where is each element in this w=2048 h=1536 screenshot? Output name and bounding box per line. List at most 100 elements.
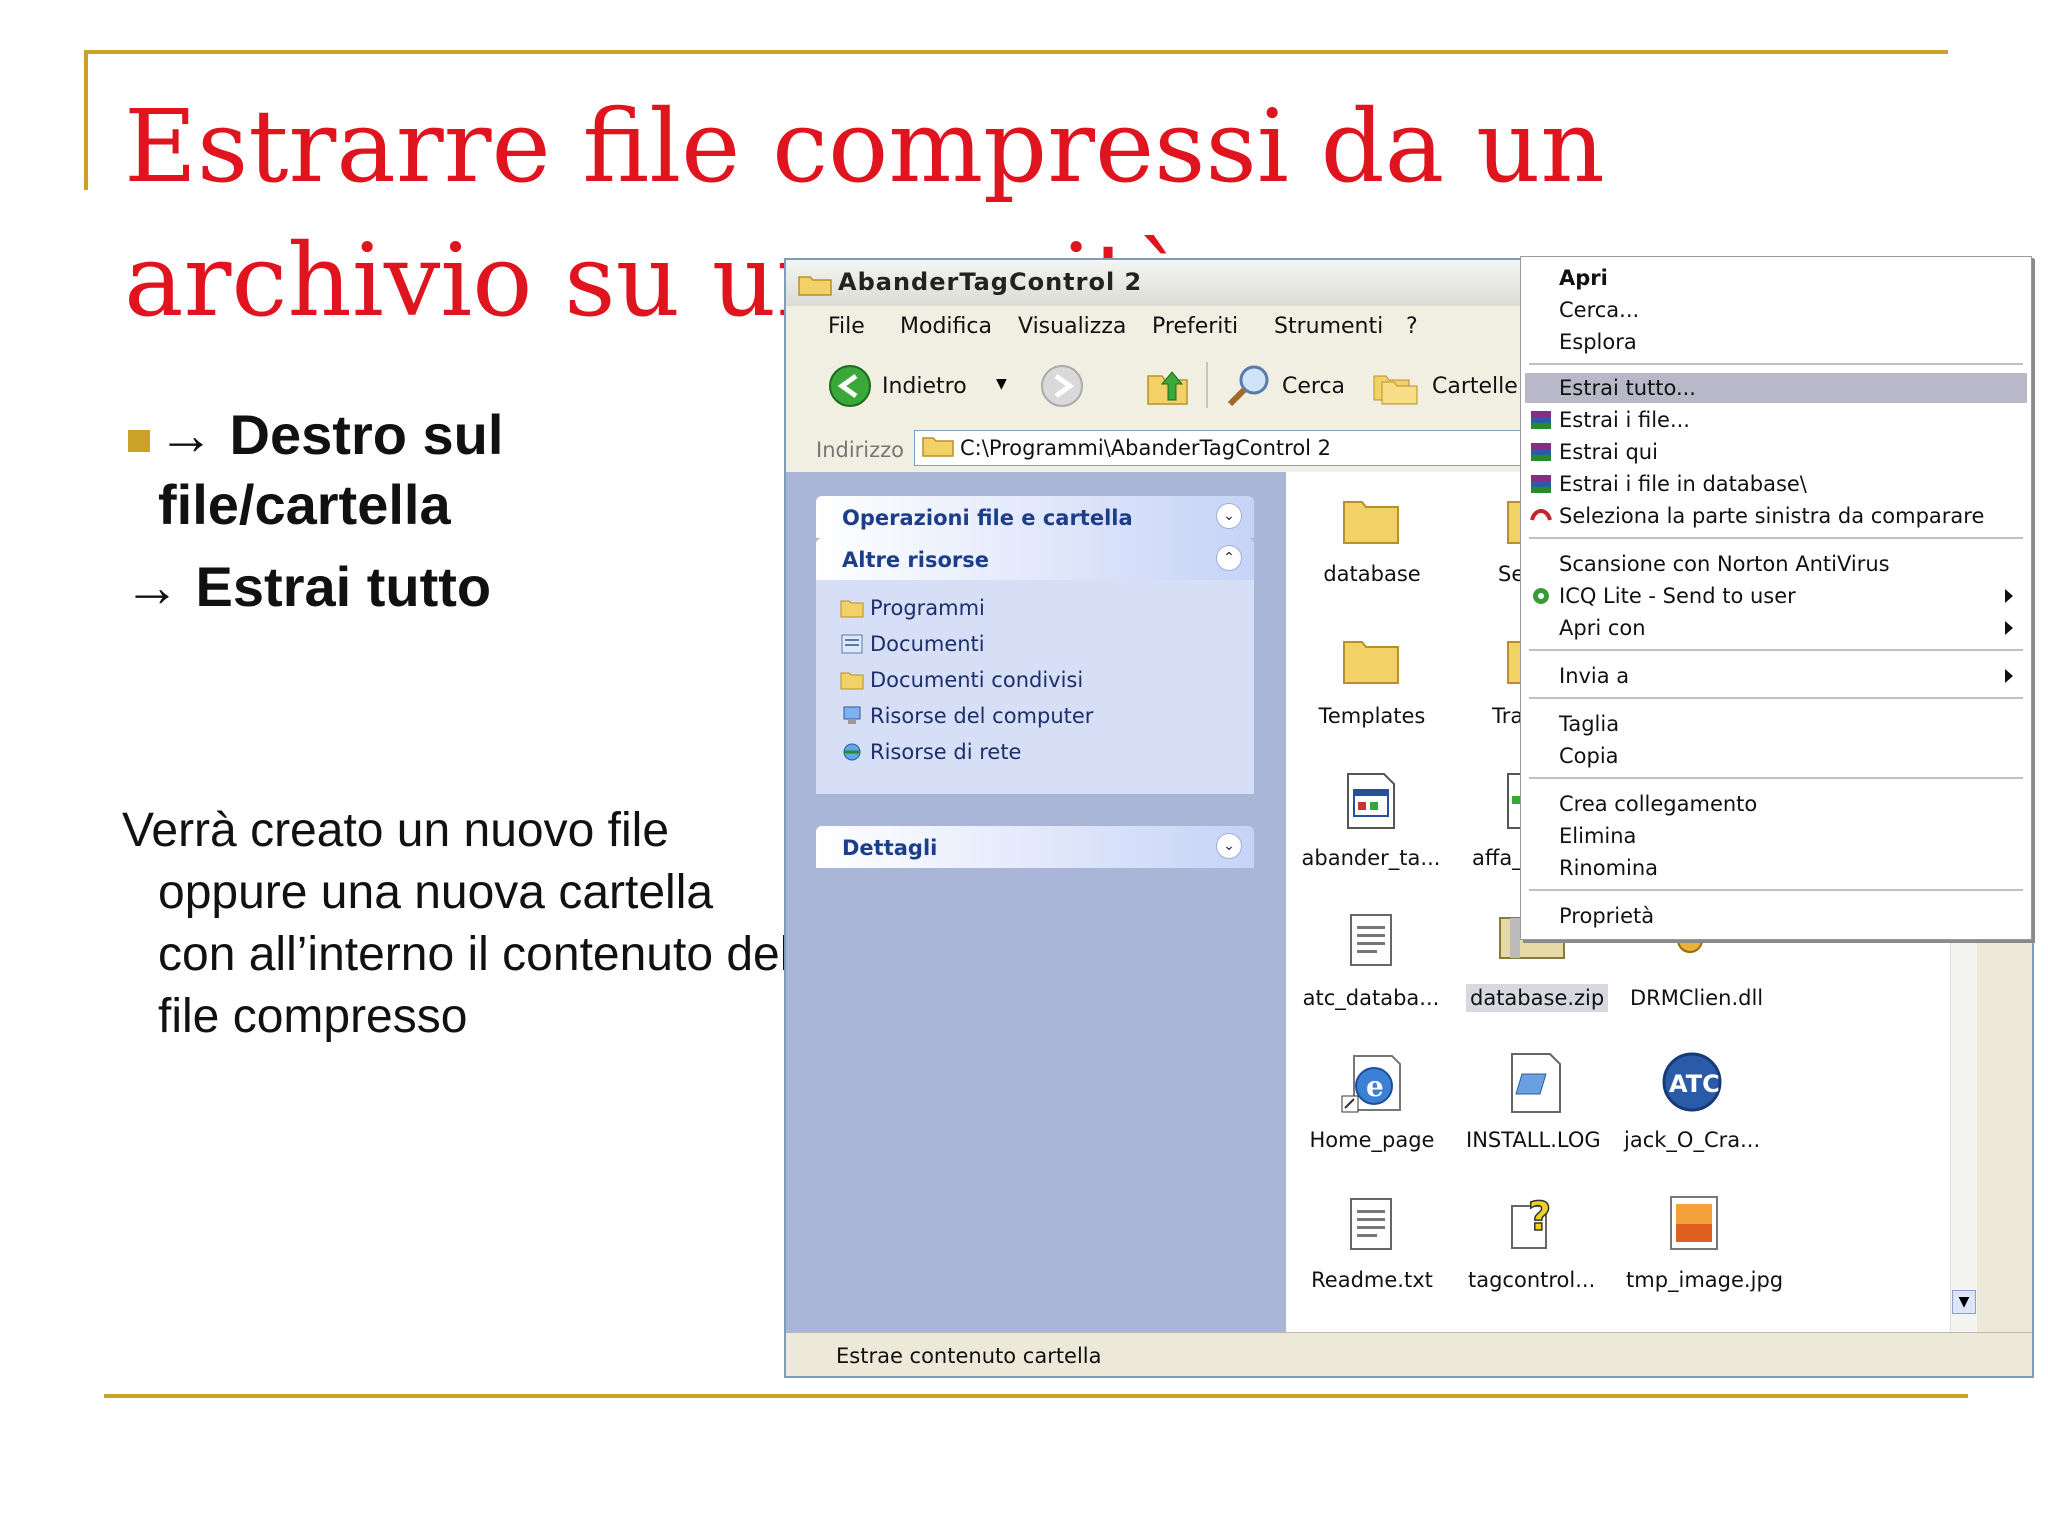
menu-cerca[interactable]: Cerca... — [1525, 295, 2027, 325]
computer-icon — [843, 706, 861, 724]
menu-label: Seleziona la parte sinistra da comparare — [1559, 504, 1985, 528]
submenu-arrow-icon — [2005, 589, 2013, 603]
chevron-down-icon[interactable]: ⌄ — [1216, 503, 1242, 529]
file-abander[interactable]: abander_ta... — [1296, 846, 1446, 870]
file-tmp-image[interactable]: tmp_image.jpg — [1626, 1268, 1783, 1292]
menu-estrai-qui[interactable]: Estrai qui — [1525, 437, 2027, 467]
menu-strumenti[interactable]: Strumenti — [1274, 314, 1383, 339]
folder-icon — [1343, 641, 1399, 684]
text-file-icon — [1350, 914, 1392, 966]
svg-text:e: e — [1366, 1070, 1384, 1103]
menu-label: Taglia — [1559, 712, 1620, 736]
forward-arrow-icon[interactable] — [1040, 364, 1084, 408]
search-label: Cerca — [1282, 374, 1346, 399]
top-divider — [84, 50, 1948, 54]
back-label: Indietro — [882, 374, 967, 399]
link-programmi[interactable]: Programmi — [870, 596, 985, 620]
search-icon — [1227, 365, 1269, 407]
file-templates[interactable]: Templates — [1302, 704, 1442, 728]
menu-proprieta[interactable]: Proprietà — [1525, 901, 2027, 931]
folder-icon — [798, 276, 832, 296]
file-tagcontrol[interactable]: tagcontrol... — [1468, 1268, 1595, 1292]
menu-norton[interactable]: Scansione con Norton AntiVirus — [1525, 549, 2027, 579]
menu-label: Rinomina — [1559, 856, 1659, 880]
file-jack-o-cra[interactable]: jack_O_Cra... — [1624, 1128, 1760, 1152]
menu-rinomina[interactable]: Rinomina — [1525, 853, 2027, 883]
link-risorse-computer[interactable]: Risorse del computer — [870, 704, 1093, 728]
folders-icon — [1373, 375, 1418, 405]
file-database-zip[interactable]: database.zip — [1466, 984, 1609, 1012]
menu-apri-con[interactable]: Apri con — [1525, 613, 2027, 643]
menu-label: Estrai tutto... — [1559, 376, 1696, 400]
image-file-icon — [1670, 1196, 1718, 1250]
file-install-log[interactable]: INSTALL.LOG — [1466, 1128, 1601, 1152]
folder-icon — [840, 600, 864, 618]
menu-apri[interactable]: Apri — [1525, 263, 2027, 293]
pane-header-file-operations[interactable]: Operazioni file e cartella ⌄ — [816, 496, 1254, 538]
menu-preferiti[interactable]: Preferiti — [1152, 314, 1238, 339]
network-icon — [843, 743, 861, 761]
menu-label: Copia — [1559, 744, 1619, 768]
context-menu: Apri Cerca... Esplora Estrai tutto... Es… — [1520, 256, 2032, 940]
file-home-page[interactable]: Home_page — [1302, 1128, 1442, 1152]
chevron-up-icon[interactable]: ⌃ — [1216, 545, 1242, 571]
documents-icon — [841, 634, 863, 654]
menu-label: Apri — [1559, 266, 1608, 290]
pane-header-details[interactable]: Dettagli ⌄ — [816, 826, 1254, 868]
menu-file[interactable]: File — [828, 314, 865, 339]
file-database[interactable]: database — [1302, 562, 1442, 586]
toolbar-separator — [1206, 362, 1208, 408]
link-documenti-condivisi[interactable]: Documenti condivisi — [870, 668, 1083, 692]
menu-separator — [1529, 649, 2023, 651]
menu-label: Crea collegamento — [1559, 792, 1758, 816]
menu-seleziona-compare[interactable]: Seleziona la parte sinistra da comparare — [1525, 501, 2027, 531]
menu-copia[interactable]: Copia — [1525, 741, 2027, 771]
up-folder-icon[interactable] — [1144, 362, 1190, 408]
menu-estrai-database[interactable]: Estrai i file in database\ — [1525, 469, 2027, 499]
menu-visualizza[interactable]: Visualizza — [1018, 314, 1126, 339]
atc-logo-icon: ATC — [1662, 1052, 1722, 1112]
pane-header-label: Operazioni file e cartella — [842, 506, 1133, 530]
description-text: Verrà creato un nuovo file oppure una nu… — [122, 804, 791, 1043]
menu-separator — [1529, 537, 2023, 539]
search-button[interactable]: Cerca — [1226, 362, 1376, 408]
file-tra[interactable]: Tra — [1492, 704, 1523, 728]
menu-elimina[interactable]: Elimina — [1525, 821, 2027, 851]
menu-help[interactable]: ? — [1406, 314, 1418, 339]
menu-label: Cerca... — [1559, 298, 1640, 322]
pane-header-other-places[interactable]: Altre risorse ⌃ — [816, 538, 1254, 580]
file-drmclien[interactable]: DRMClien.dll — [1630, 986, 1763, 1010]
bullet-line-3: → Estrai tutto — [124, 555, 492, 618]
menu-estrai-file[interactable]: Estrai i file... — [1525, 405, 2027, 435]
file-readme[interactable]: Readme.txt — [1302, 1268, 1442, 1292]
folder-icon — [1343, 501, 1399, 544]
link-risorse-rete[interactable]: Risorse di rete — [870, 740, 1021, 764]
compare-icon — [1530, 509, 1552, 521]
submenu-arrow-icon — [2005, 621, 2013, 635]
bullet-line-2: file/cartella — [158, 473, 451, 536]
bottom-divider — [104, 1394, 1968, 1398]
menu-taglia[interactable]: Taglia — [1525, 709, 2027, 739]
menu-label: Estrai i file in database\ — [1559, 472, 1807, 496]
menu-esplora[interactable]: Esplora — [1525, 327, 2027, 357]
back-button[interactable]: Indietro ▼ — [828, 364, 1028, 408]
folder-icon — [922, 437, 954, 457]
scroll-down-arrow-icon[interactable]: ▼ — [1952, 1290, 1976, 1314]
menu-label: Invia a — [1559, 664, 1630, 688]
back-dropdown-icon[interactable]: ▼ — [996, 376, 1007, 392]
menu-invia-a[interactable]: Invia a — [1525, 661, 2027, 691]
link-documenti[interactable]: Documenti — [870, 632, 985, 656]
status-text: Estrae contenuto cartella — [836, 1344, 1102, 1368]
menu-crea-collegamento[interactable]: Crea collegamento — [1525, 789, 2027, 819]
file-atc-database[interactable]: atc_databa... — [1296, 986, 1446, 1010]
menu-label: Proprietà — [1559, 904, 1655, 928]
chevron-down-icon[interactable]: ⌄ — [1216, 833, 1242, 859]
menu-label: Scansione con Norton AntiVirus — [1559, 552, 1890, 576]
menu-icq[interactable]: ICQ Lite - Send to user — [1525, 581, 2027, 611]
winrar-icon — [1531, 411, 1551, 429]
menu-modifica[interactable]: Modifica — [900, 314, 992, 339]
menu-estrai-tutto[interactable]: Estrai tutto... — [1525, 373, 2027, 403]
file-affa[interactable]: affa_ — [1472, 846, 1523, 870]
folders-button[interactable]: Cartelle — [1372, 362, 1532, 408]
menu-label: Elimina — [1559, 824, 1637, 848]
